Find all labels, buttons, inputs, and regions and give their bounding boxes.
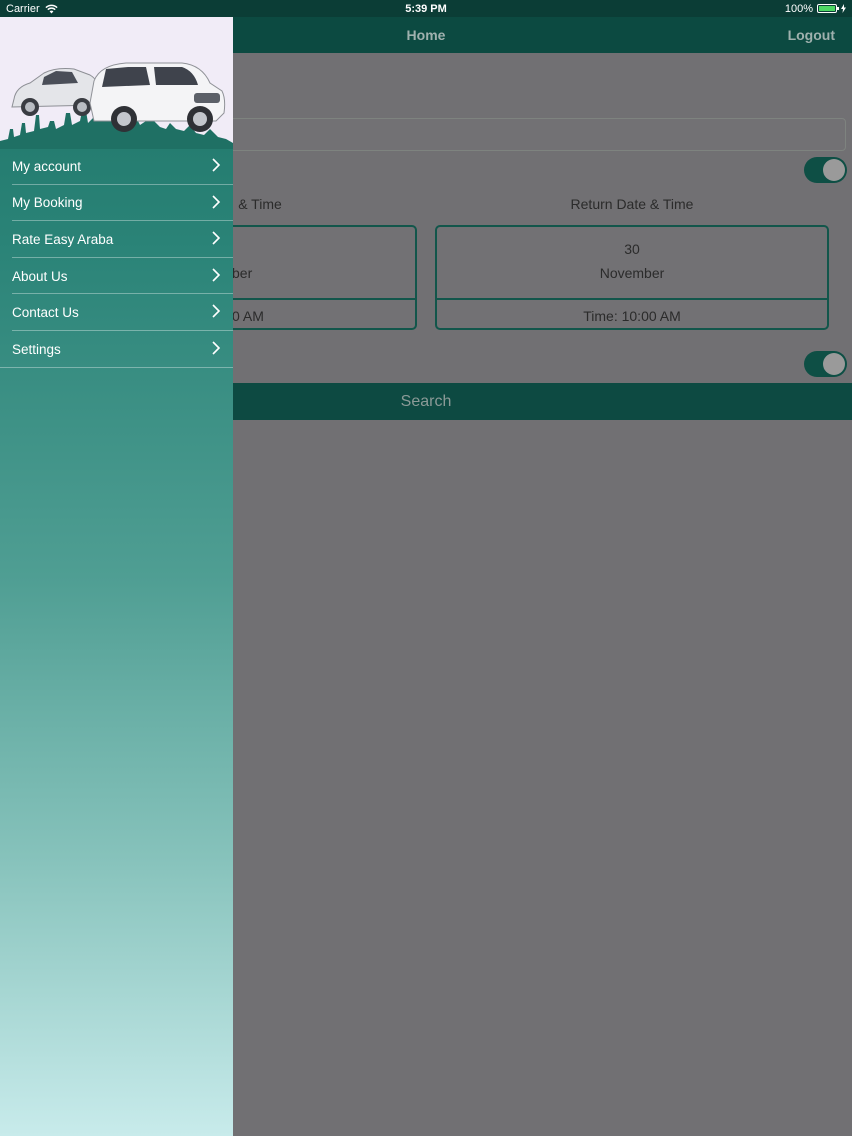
drawer-header-image <box>0 17 233 149</box>
status-right: 100% <box>785 3 846 15</box>
battery-percent: 100% <box>784 2 813 15</box>
menu-item-label: My account <box>12 158 82 174</box>
menu-item-my-account[interactable]: My account <box>0 148 233 185</box>
status-bar: Carrier 5:39 PM 100% <box>0 0 852 17</box>
chevron-right-icon <box>212 158 221 172</box>
logout-button[interactable]: Logout <box>788 27 835 43</box>
return-date-picker[interactable]: 30 November Time: 10:00 AM <box>435 225 829 330</box>
battery-icon <box>817 4 839 13</box>
pickup-time: 0 AM <box>232 308 264 324</box>
return-date-label: Return Date & Time <box>570 196 694 212</box>
side-drawer: My account My Booking Rate Easy Araba Ab… <box>0 17 233 1136</box>
status-left: Carrier <box>6 3 58 15</box>
suv-graphic <box>89 62 226 132</box>
toggle-knob <box>823 353 845 375</box>
menu-item-label: My Booking <box>12 195 83 211</box>
menu-item-my-booking[interactable]: My Booking <box>0 185 233 222</box>
pickup-location-field[interactable] <box>200 118 846 151</box>
return-day: 30 <box>624 241 640 257</box>
toggle-knob <box>823 159 845 181</box>
options-toggle[interactable] <box>804 351 847 377</box>
carrier-label: Carrier <box>6 2 40 15</box>
menu-item-contact-us[interactable]: Contact Us <box>0 294 233 331</box>
return-month: November <box>599 265 665 281</box>
return-time: Time: 10:00 AM <box>583 308 681 324</box>
charging-icon <box>841 4 846 13</box>
menu-item-label: Rate Easy Araba <box>12 231 114 247</box>
menu-item-rate-easy-araba[interactable]: Rate Easy Araba <box>0 221 233 258</box>
drawer-menu: My account My Booking Rate Easy Araba Ab… <box>0 148 233 368</box>
chevron-right-icon <box>212 341 221 355</box>
status-time: 5:39 PM <box>405 2 447 15</box>
return-same-location-toggle[interactable] <box>804 157 847 183</box>
battery-fill <box>819 6 835 11</box>
chevron-right-icon <box>212 231 221 245</box>
wifi-icon <box>45 4 58 13</box>
chevron-right-icon <box>212 195 221 209</box>
menu-item-about-us[interactable]: About Us <box>0 258 233 295</box>
menu-item-settings[interactable]: Settings <box>0 331 233 368</box>
chevron-right-icon <box>212 304 221 318</box>
divider <box>437 298 827 300</box>
menu-item-label: Settings <box>12 341 61 357</box>
chevron-right-icon <box>212 268 221 282</box>
menu-item-label: Contact Us <box>12 305 79 321</box>
menu-item-label: About Us <box>12 268 68 284</box>
pickup-month: ber <box>232 265 253 281</box>
